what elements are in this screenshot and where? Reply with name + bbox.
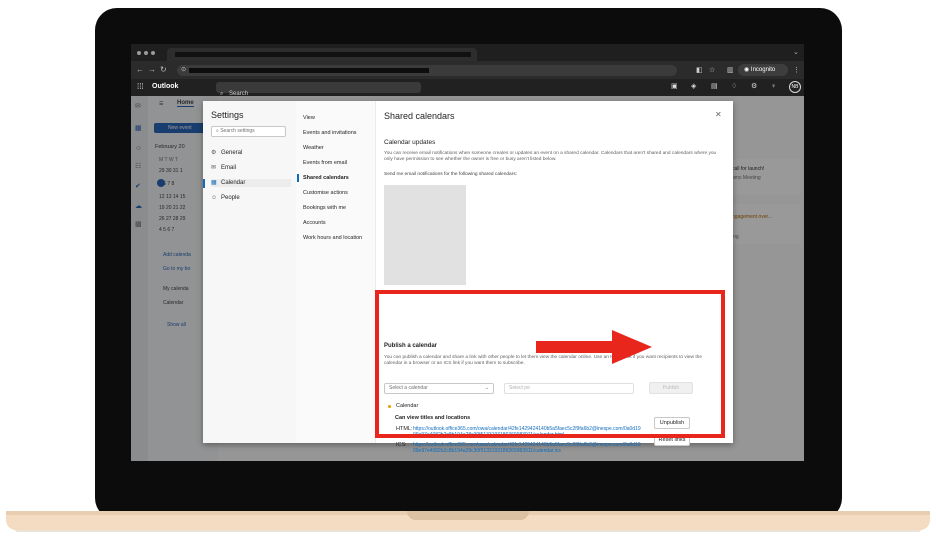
category-label: Email: [221, 165, 237, 171]
category-label: General: [221, 150, 243, 156]
gear-icon: ⚙: [211, 150, 217, 156]
incognito-icon: ◉: [744, 67, 751, 73]
subcategory-events-invitations[interactable]: Events and invitations: [303, 130, 375, 137]
calendar-updates-heading: Calendar updates: [384, 139, 436, 146]
incognito-badge[interactable]: ◉ Incognito: [738, 64, 788, 76]
tips-icon[interactable]: ♀: [771, 82, 776, 92]
incognito-label: Incognito: [750, 67, 776, 73]
redacted-tab-title: [175, 52, 471, 57]
selected-subcategory-indicator: [297, 174, 299, 182]
subcategory-events-from-email[interactable]: Events from email: [303, 160, 375, 167]
browser-menu-icon[interactable]: ⋮: [793, 66, 800, 75]
category-label: People: [221, 195, 240, 201]
meet-now-icon[interactable]: ▣: [671, 82, 678, 92]
settings-gear-icon[interactable]: ⚙: [751, 82, 757, 92]
category-label: Calendar: [221, 180, 246, 186]
outlook-search-box[interactable]: ⌕ Search: [216, 82, 421, 97]
forward-icon[interactable]: →: [148, 64, 156, 76]
ics-link-label: ICS:: [396, 442, 407, 448]
account-avatar[interactable]: NB: [789, 81, 801, 93]
subcategory-customise-actions[interactable]: Customise actions: [303, 190, 375, 197]
settings-search-placeholder: Search settings: [220, 128, 255, 134]
shared-calendars-list[interactable]: [384, 185, 466, 285]
app-launcher-icon[interactable]: ⁞⁞⁞: [137, 82, 144, 92]
settings-subcategories-column: [296, 101, 376, 443]
settings-search-input[interactable]: ⌕ Search settings: [211, 126, 286, 137]
send-notifications-text: Send me email notifications for the foll…: [384, 172, 518, 177]
bookmark-star-icon[interactable]: ☆: [709, 66, 715, 75]
site-info-icon[interactable]: ⊙: [181, 66, 186, 75]
calendar-updates-text: You can receive email notifications when…: [384, 151, 717, 162]
subcategory-bookings[interactable]: Bookings with me: [303, 205, 375, 212]
tab-menu-icon[interactable]: ⌄: [793, 49, 799, 57]
teams-icon[interactable]: ◈: [691, 82, 696, 92]
extensions-icon[interactable]: ◧: [696, 66, 703, 75]
laptop-notch: [407, 511, 529, 520]
window-maximize-dot[interactable]: [151, 51, 155, 55]
reload-icon[interactable]: ↻: [160, 64, 167, 76]
back-icon[interactable]: ←: [136, 64, 144, 76]
subcategory-work-hours[interactable]: Work hours and location: [303, 235, 375, 242]
subcategory-shared-calendars[interactable]: Shared calendars: [303, 175, 375, 182]
window-close-dot[interactable]: [137, 51, 141, 55]
subcategory-view[interactable]: View: [303, 115, 375, 122]
notifications-icon[interactable]: ♢: [731, 82, 737, 92]
close-icon[interactable]: ✕: [715, 110, 722, 120]
calendar-icon: ▦: [211, 180, 217, 186]
pane-title: Shared calendars: [384, 111, 455, 121]
my-day-icon[interactable]: ▤: [711, 82, 718, 92]
category-general[interactable]: ⚙ General: [211, 149, 291, 157]
ics-link[interactable]: https://outlook.office365.com/owa/calend…: [413, 442, 643, 454]
selected-category-indicator: [203, 179, 205, 188]
mail-icon: ✉: [211, 165, 217, 171]
outlook-brand[interactable]: Outlook: [152, 82, 178, 92]
sidepanel-icon[interactable]: ▥: [727, 66, 734, 75]
annotation-arrow-icon: [536, 330, 652, 364]
window-minimize-dot[interactable]: [144, 51, 148, 55]
category-email[interactable]: ✉ Email: [211, 164, 291, 172]
redacted-url: [189, 68, 429, 73]
category-calendar[interactable]: ▦ Calendar: [211, 179, 291, 187]
people-icon: ☺: [211, 195, 218, 201]
subcategory-accounts[interactable]: Accounts: [303, 220, 375, 227]
subcategory-weather[interactable]: Weather: [303, 145, 375, 152]
category-people[interactable]: ☺ People: [211, 194, 291, 202]
settings-title: Settings: [211, 110, 244, 120]
